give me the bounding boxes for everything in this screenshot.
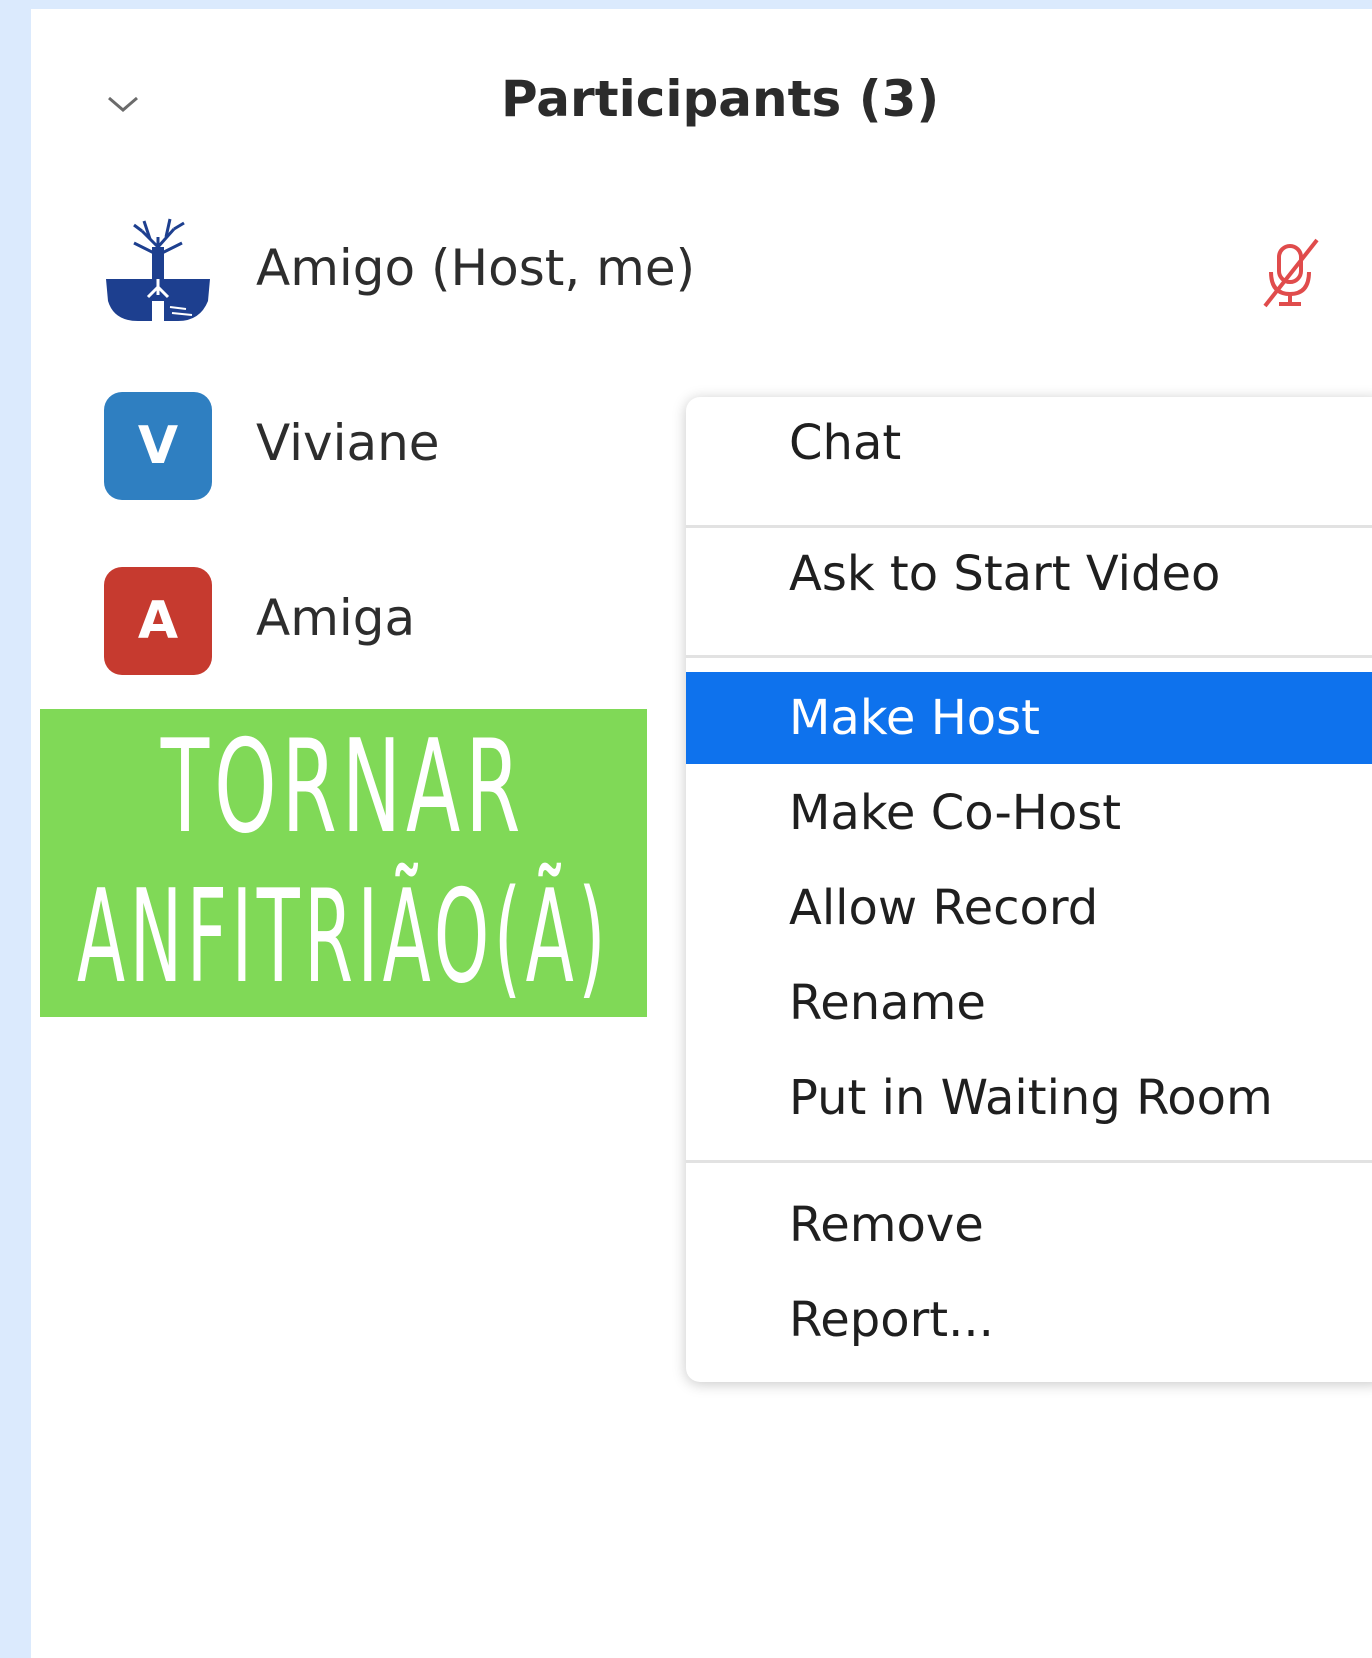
menu-item-label: Rename <box>789 975 986 1031</box>
menu-item-label: Chat <box>789 415 902 471</box>
baobab-logo-icon <box>106 218 210 321</box>
menu-item-chat[interactable]: Chat <box>686 397 1372 489</box>
menu-item-remove[interactable]: Remove <box>686 1179 1372 1271</box>
menu-item-label: Ask to Start Video <box>789 546 1221 602</box>
menu-item-report[interactable]: Report... <box>686 1274 1372 1366</box>
menu-item-make-host[interactable]: Make Host <box>686 672 1372 764</box>
menu-item-label: Report... <box>789 1292 994 1348</box>
menu-item-rename[interactable]: Rename <box>686 957 1372 1049</box>
participant-row-amigo[interactable]: Amigo (Host, me) <box>31 209 1372 329</box>
panel-header: Participants (3) <box>31 64 1372 144</box>
menu-item-label: Make Co-Host <box>789 785 1122 841</box>
menu-item-label: Put in Waiting Room <box>789 1070 1273 1126</box>
avatar: V <box>104 392 212 500</box>
menu-item-label: Make Host <box>789 690 1040 746</box>
menu-item-label: Allow Record <box>789 880 1099 936</box>
menu-divider <box>686 1160 1372 1163</box>
menu-item-allow-record[interactable]: Allow Record <box>686 862 1372 954</box>
page-title: Participants (3) <box>501 70 940 128</box>
banner-line-1: TORNAR <box>161 713 526 862</box>
avatar <box>104 217 212 325</box>
participant-name: Amigo (Host, me) <box>256 239 696 297</box>
muted-mic-icon[interactable] <box>1251 234 1331 314</box>
menu-item-label: Remove <box>789 1197 984 1253</box>
menu-item-ask-to-start-video[interactable]: Ask to Start Video <box>686 528 1372 620</box>
menu-divider <box>686 655 1372 658</box>
chevron-down-icon <box>108 96 138 112</box>
menu-item-put-in-waiting-room[interactable]: Put in Waiting Room <box>686 1052 1372 1144</box>
participant-context-menu: Chat Ask to Start Video Make Host Make C… <box>686 397 1372 1382</box>
banner-text: TORNAR ANFITRIÃO(Ã) <box>40 709 647 1017</box>
annotation-banner: TORNAR ANFITRIÃO(Ã) <box>40 709 647 1017</box>
menu-item-make-co-host[interactable]: Make Co-Host <box>686 767 1372 859</box>
participant-name: Viviane <box>256 414 440 472</box>
participant-name: Amiga <box>256 589 416 647</box>
avatar: A <box>104 567 212 675</box>
banner-line-2: ANFITRIÃO(Ã) <box>77 863 610 1012</box>
collapse-button[interactable] <box>101 82 145 126</box>
